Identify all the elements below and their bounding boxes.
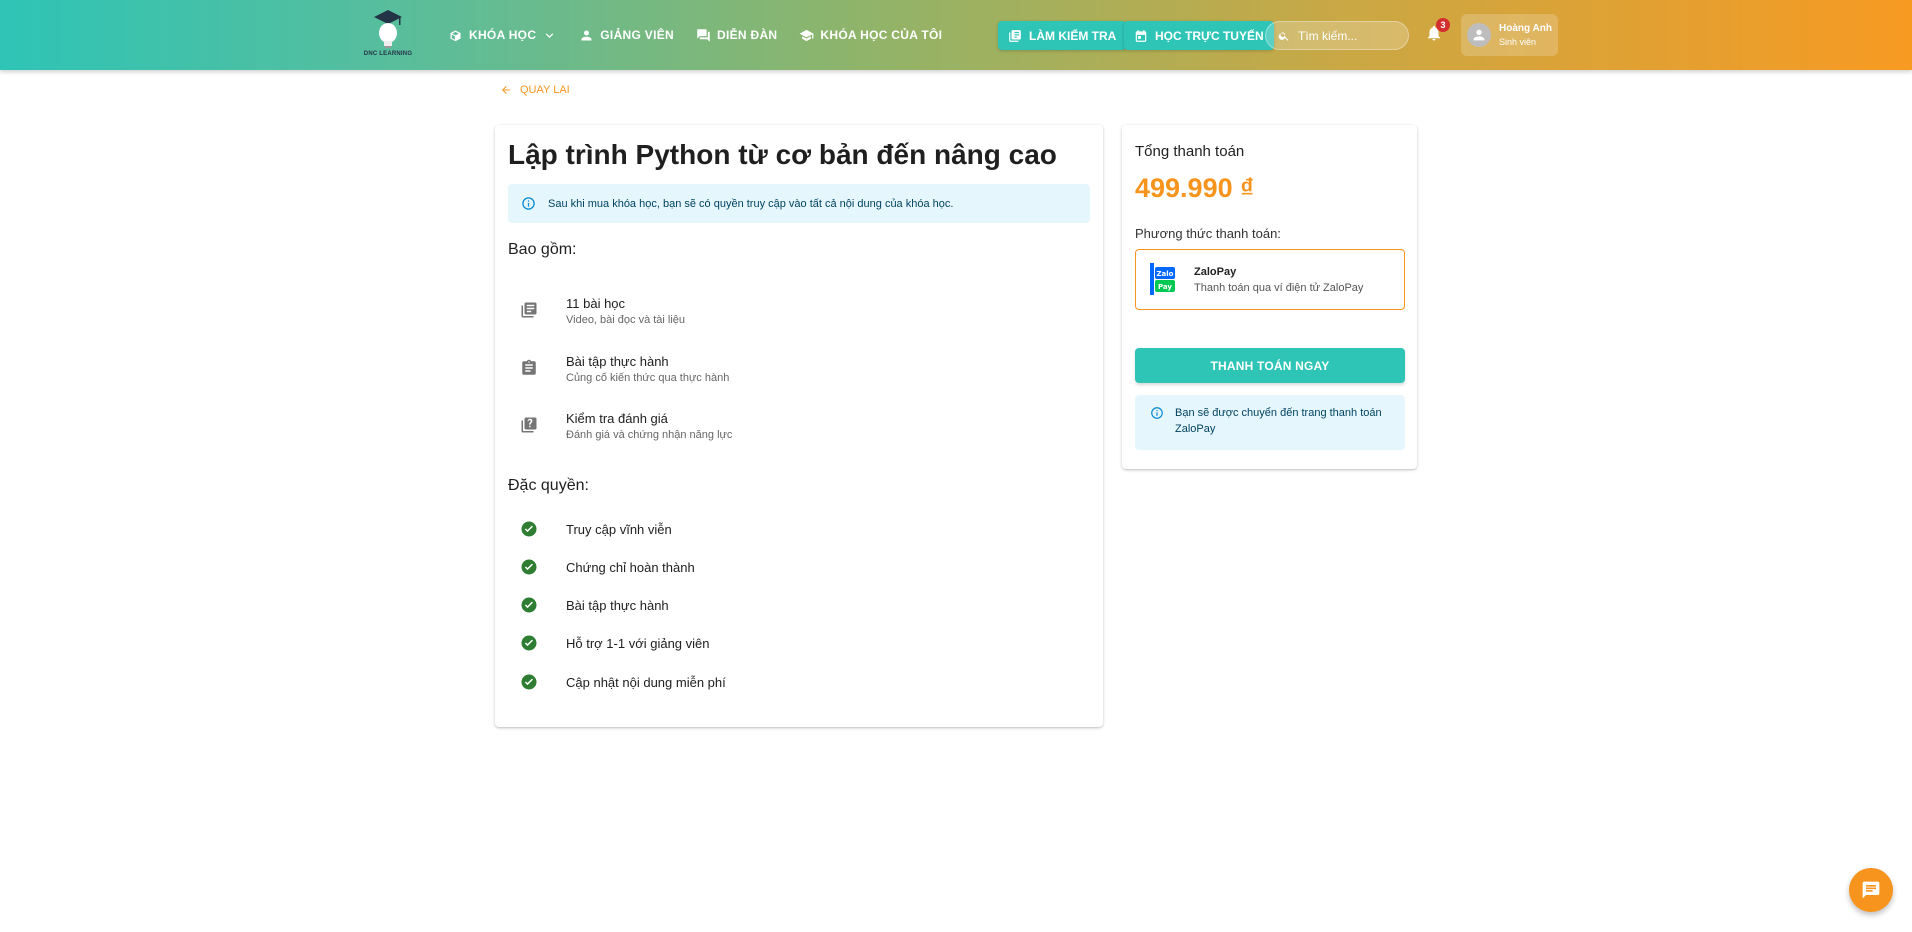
zalopay-logo: Zalo Pay bbox=[1148, 261, 1178, 297]
search-icon bbox=[1278, 32, 1289, 41]
person-icon bbox=[581, 30, 592, 40]
include-item: Kiểm tra đánh giá Đánh giá và chứng nhận… bbox=[508, 408, 1068, 452]
notification-badge: 3 bbox=[1436, 18, 1450, 32]
check-circle-icon bbox=[521, 521, 537, 537]
search-placeholder: Tìm kiếm... bbox=[1298, 28, 1358, 43]
main-nav: KHÓA HỌC GIẢNG VIÊN DIỄN ĐÀN KHÓA HỌC CỦ… bbox=[448, 0, 942, 70]
privileges-heading: Đặc quyền: bbox=[508, 477, 589, 494]
redirect-notice: Bạn sẽ được chuyển đến trang thanh toán … bbox=[1135, 395, 1405, 450]
payment-method-name: ZaloPay bbox=[1194, 266, 1237, 278]
chat-button[interactable] bbox=[1849, 868, 1893, 912]
forum-icon bbox=[697, 28, 710, 42]
total-price: 499.990 ₫ bbox=[1135, 173, 1254, 203]
svg-text:Pay: Pay bbox=[1158, 283, 1172, 291]
quiz-button[interactable]: LÀM KIỂM TRA bbox=[998, 21, 1127, 50]
chevron-down-icon bbox=[546, 32, 554, 38]
check-circle-icon bbox=[521, 674, 537, 690]
payment-method-label: Phương thức thanh toán: bbox=[1135, 226, 1281, 241]
pay-now-button[interactable]: THANH TOÁN NGAY bbox=[1135, 348, 1405, 383]
check-circle-icon bbox=[521, 635, 537, 651]
check-circle-icon bbox=[521, 597, 537, 613]
total-label: Tổng thanh toán bbox=[1135, 143, 1245, 160]
payment-method-zalopay[interactable]: Zalo Pay ZaloPay Thanh toán qua ví điện … bbox=[1135, 249, 1405, 310]
user-role: Sinh viên bbox=[1499, 37, 1537, 47]
info-icon bbox=[522, 197, 535, 210]
includes-heading: Bao gồm: bbox=[508, 241, 577, 258]
avatar bbox=[1467, 23, 1491, 47]
nav-item-courses[interactable]: KHÓA HỌC bbox=[448, 28, 557, 43]
arrow-back-icon bbox=[502, 86, 510, 94]
nav-item-my-courses[interactable]: KHÓA HỌC CỦA TÔI bbox=[799, 28, 942, 43]
account-icon bbox=[1473, 29, 1485, 41]
check-circle-icon bbox=[521, 559, 537, 575]
library-books-icon bbox=[520, 301, 538, 319]
book-open-icon bbox=[450, 30, 461, 41]
payment-method-description: Thanh toán qua ví điện tử ZaloPay bbox=[1194, 282, 1364, 294]
brand-name: DNC LEARNING bbox=[363, 51, 413, 57]
user-name: Hoàng Anh bbox=[1499, 23, 1552, 34]
quiz-icon bbox=[520, 416, 538, 434]
online-learning-button[interactable]: HỌC TRỰC TUYẾN bbox=[1124, 21, 1274, 50]
nav-item-instructors[interactable]: GIẢNG VIÊN bbox=[579, 28, 674, 43]
quiz-icon bbox=[1009, 29, 1021, 42]
graduation-bulb-icon bbox=[374, 10, 402, 48]
search-input[interactable]: Tìm kiếm... bbox=[1265, 21, 1409, 50]
nav-item-forum[interactable]: DIỄN ĐÀN bbox=[696, 28, 777, 43]
user-menu[interactable]: Hoàng Anh Sinh viên bbox=[1461, 14, 1558, 56]
top-navbar: DNC LEARNING KHÓA HỌC GIẢNG VIÊN DIỄN ĐÀ… bbox=[0, 0, 1912, 70]
assignment-icon bbox=[520, 359, 538, 377]
course-summary-card: Lập trình Python từ cơ bản đến nâng cao … bbox=[495, 125, 1103, 727]
course-title: Lập trình Python từ cơ bản đến nâng cao bbox=[508, 139, 1057, 170]
include-item: 11 bài học Video, bài đọc và tài liệu bbox=[508, 293, 1068, 337]
back-link[interactable]: QUAY LẠI bbox=[500, 84, 570, 96]
brand-logo[interactable]: DNC LEARNING bbox=[358, 8, 418, 64]
access-notice: Sau khi mua khóa học, bạn sẽ có quyền tr… bbox=[508, 184, 1090, 223]
calendar-icon bbox=[1135, 29, 1147, 42]
include-item: Bài tập thực hành Củng cố kiến thức qua … bbox=[508, 351, 1068, 395]
svg-text:Zalo: Zalo bbox=[1156, 270, 1173, 278]
payment-card: Tổng thanh toán 499.990 ₫ Phương thức th… bbox=[1122, 125, 1417, 469]
school-icon bbox=[800, 29, 814, 41]
info-icon bbox=[1151, 407, 1163, 419]
chat-icon bbox=[1862, 881, 1880, 899]
